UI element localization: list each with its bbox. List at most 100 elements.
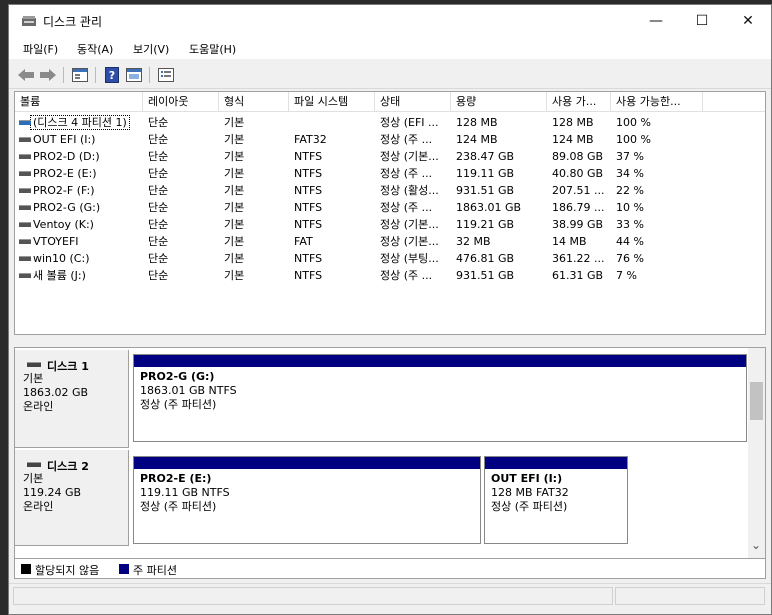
table-row[interactable]: OUT EFI (I:) 단순 기본 FAT32 정상 (주 ... 124 MB 124 … — [15, 131, 765, 148]
table-row[interactable]: Ventoy (K:) 단순 기본 NTFS 정상 (기본... 119.21 GB 38.… — [15, 216, 765, 233]
help-button[interactable]: ? — [103, 66, 121, 84]
column-header-type[interactable]: 형식 — [219, 92, 289, 112]
cell-capacity: 931.51 GB — [456, 269, 515, 282]
cell-pct: 44 % — [616, 235, 644, 248]
cell-layout: 단순 — [148, 167, 169, 180]
cell-capacity: 931.51 GB — [456, 184, 515, 197]
help-icon: ? — [105, 67, 119, 83]
table-row[interactable]: PRO2-E (E:) 단순 기본 NTFS 정상 (주 ... 119.11 GB 40.… — [15, 165, 765, 182]
legend-unallocated-label: 할당되지 않음 — [35, 564, 100, 577]
cell-type: 기본 — [224, 252, 245, 265]
disk-2-info[interactable]: 디스크 2 기본 119.24 GB 온라인 — [15, 450, 129, 546]
maximize-button[interactable]: ☐ — [679, 5, 725, 37]
volume-name: PRO2-F (F:) — [33, 184, 95, 197]
cell-volume: PRO2-G (G:) — [15, 199, 143, 216]
column-header-volume[interactable]: 볼륨 — [15, 92, 143, 112]
cell-type: 기본 — [224, 201, 245, 214]
disk-map-scrollbar[interactable]: ⌄ — [748, 348, 765, 558]
cell-pct: 7 % — [616, 269, 637, 282]
settings-button[interactable] — [157, 66, 175, 84]
cell-type: 기본 — [224, 218, 245, 231]
partition-pro2-e[interactable]: PRO2-E (E:) 119.11 GB NTFS 정상 (주 파티션) — [133, 456, 481, 544]
cell-capacity: 238.47 GB — [456, 150, 515, 163]
volume-drive-icon — [19, 256, 31, 261]
cell-status: 정상 (주 ... — [380, 269, 433, 282]
legend-primary-label: 주 파티션 — [133, 564, 177, 577]
volume-name: PRO2-G (G:) — [33, 201, 101, 214]
volume-name: (디스크 4 파티션 1) — [30, 115, 130, 130]
cell-free: 186.79 ... — [552, 201, 605, 214]
settings-icon — [158, 68, 174, 82]
disk-list-button[interactable] — [71, 66, 89, 84]
cell-pct: 10 % — [616, 201, 644, 214]
forward-button[interactable] — [39, 66, 57, 84]
volume-name: VTOYEFI — [33, 235, 79, 248]
cell-capacity: 119.21 GB — [456, 218, 515, 231]
title-bar[interactable]: 디스크 관리 — ☐ ✕ — [9, 5, 771, 37]
partition-name: OUT EFI (I:) — [491, 472, 563, 485]
disk-drive-icon — [27, 462, 41, 467]
cell-pct: 22 % — [616, 184, 644, 197]
cell-type: 기본 — [224, 150, 245, 163]
disk-drive-icon — [27, 362, 41, 367]
disk-1-size: 1863.02 GB — [23, 386, 89, 399]
table-row[interactable]: win10 (C:) 단순 기본 NTFS 정상 (부팅... 476.81 GB 361.… — [15, 250, 765, 267]
cell-status: 정상 (주 ... — [380, 167, 433, 180]
cell-free: 38.99 GB — [552, 218, 604, 231]
partition-size: 1863.01 GB NTFS — [140, 384, 237, 397]
menu-view[interactable]: 보기(V) — [133, 41, 169, 57]
column-header-capacity[interactable]: 용량 — [451, 92, 547, 112]
table-row[interactable]: PRO2-F (F:) 단순 기본 NTFS 정상 (활성... 931.51 GB 207… — [15, 182, 765, 199]
table-row[interactable]: PRO2-D (D:) 단순 기본 NTFS 정상 (기본... 238.47 GB 89.… — [15, 148, 765, 165]
table-row[interactable]: (디스크 4 파티션 1) 단순 기본 정상 (EFI ... 128 MB 128 MB… — [15, 114, 765, 131]
menu-action[interactable]: 동작(A) — [77, 41, 113, 57]
back-button[interactable] — [17, 66, 35, 84]
column-header-percent-free[interactable]: 사용 가능한... — [611, 92, 703, 112]
table-row[interactable]: VTOYEFI 단순 기본 FAT 정상 (기본... 32 MB 14 MB 44 % — [15, 233, 765, 250]
volume-drive-icon — [19, 205, 31, 210]
menu-file[interactable]: 파일(F) — [23, 41, 58, 57]
cell-volume: PRO2-D (D:) — [15, 148, 143, 165]
cell-capacity: 32 MB — [456, 235, 491, 248]
cell-volume: PRO2-E (E:) — [15, 165, 143, 182]
minimize-icon: — — [649, 13, 663, 29]
volume-drive-icon — [19, 222, 31, 227]
column-header-status[interactable]: 상태 — [375, 92, 451, 112]
primary-partition-bar — [134, 355, 746, 367]
partition-out-efi[interactable]: OUT EFI (I:) 128 MB FAT32 정상 (주 파티션) — [484, 456, 628, 544]
properties-button[interactable] — [125, 66, 143, 84]
volume-name: 새 볼륨 (J:) — [33, 269, 86, 282]
cell-volume: 새 볼륨 (J:) — [15, 267, 143, 284]
cell-layout: 단순 — [148, 218, 169, 231]
disk-1-info[interactable]: 디스크 1 기본 1863.02 GB 온라인 — [15, 350, 129, 448]
scroll-down-icon[interactable]: ⌄ — [751, 538, 761, 552]
cell-volume: VTOYEFI — [15, 233, 143, 250]
table-row[interactable]: 새 볼륨 (J:) 단순 기본 NTFS 정상 (주 ... 931.51 GB 61.31… — [15, 267, 765, 284]
table-row[interactable]: PRO2-G (G:) 단순 기본 NTFS 정상 (주 ... 1863.01 GB 18… — [15, 199, 765, 216]
cell-layout: 단순 — [148, 201, 169, 214]
cell-status: 정상 (부팅... — [380, 252, 439, 265]
cell-fs — [294, 114, 374, 131]
cell-status: 정상 (활성... — [380, 184, 439, 197]
disk-2-name: 디스크 2 — [47, 460, 89, 473]
minimize-button[interactable]: — — [633, 5, 679, 37]
cell-free: 207.51 ... — [552, 184, 605, 197]
scrollbar-thumb[interactable] — [750, 382, 763, 420]
menu-help[interactable]: 도움말(H) — [189, 41, 236, 57]
partition-size: 119.11 GB NTFS — [140, 486, 230, 499]
cell-fs: NTFS — [294, 167, 323, 180]
cell-type: 기본 — [224, 184, 245, 197]
pane-splitter[interactable] — [14, 335, 766, 347]
close-button[interactable]: ✕ — [725, 5, 771, 37]
cell-type: 기본 — [224, 133, 245, 146]
cell-capacity: 124 MB — [456, 133, 498, 146]
cell-layout: 단순 — [148, 184, 169, 197]
column-header-layout[interactable]: 레이아웃 — [143, 92, 219, 112]
disk-management-app-icon — [22, 16, 36, 26]
column-header-filesystem[interactable]: 파일 시스템 — [289, 92, 375, 112]
partition-pro2-g[interactable]: PRO2-G (G:) 1863.01 GB NTFS 정상 (주 파티션) — [133, 354, 747, 442]
cell-layout: 단순 — [148, 269, 169, 282]
column-header-free-space[interactable]: 사용 가... — [547, 92, 611, 112]
cell-fs: NTFS — [294, 201, 323, 214]
partition-status: 정상 (주 파티션) — [140, 500, 217, 513]
